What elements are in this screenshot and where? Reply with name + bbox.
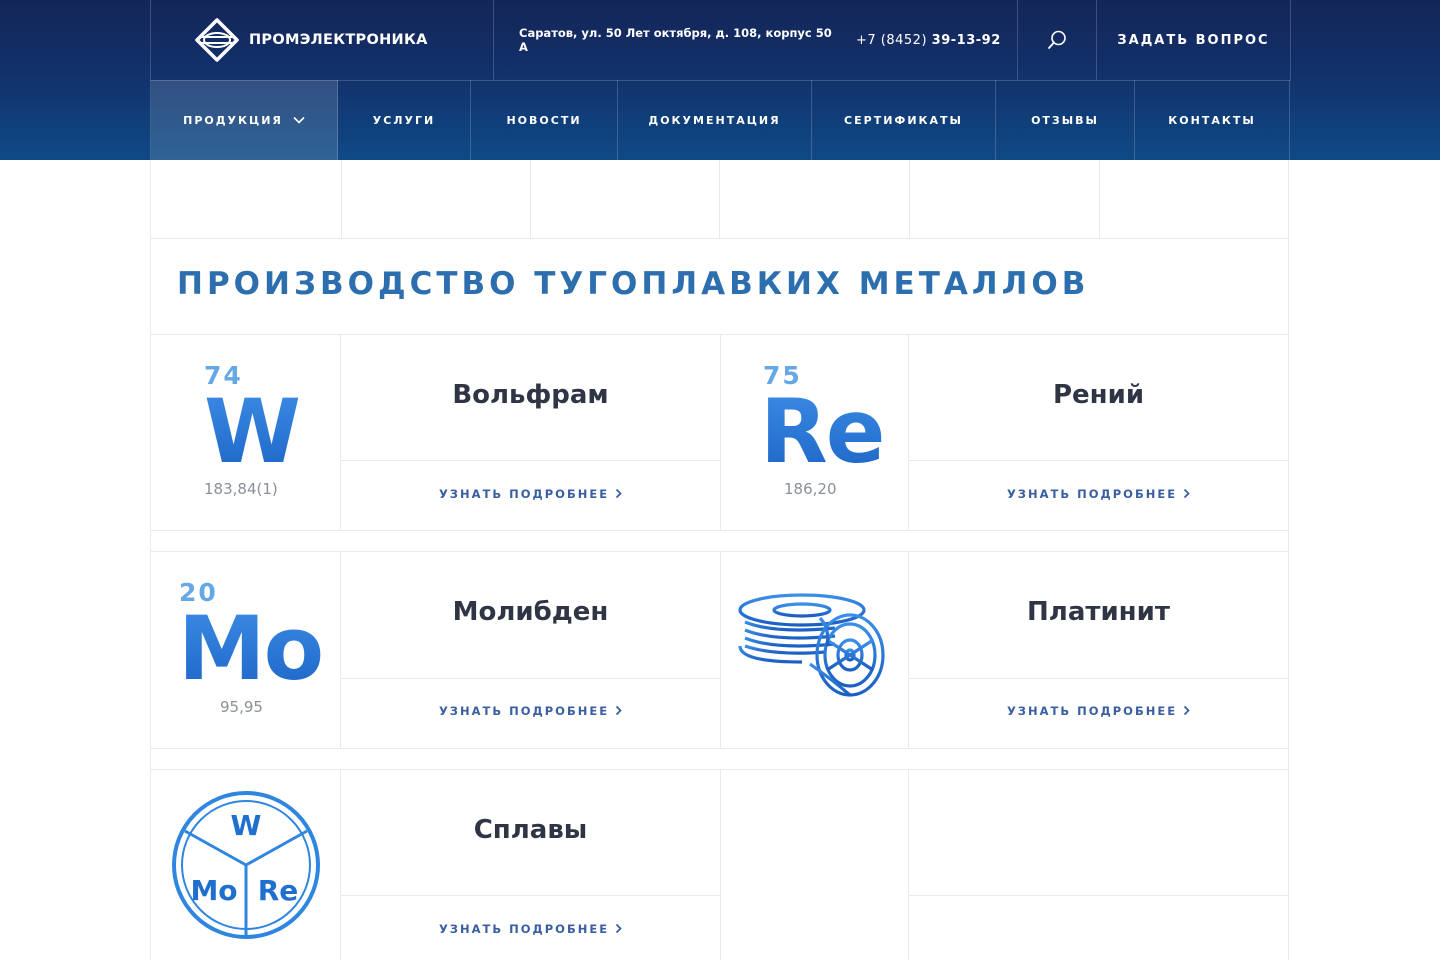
chevron-right-icon bbox=[615, 488, 622, 499]
header-address: Саратов, ул. 50 Лет октября, д. 108, кор… bbox=[519, 26, 832, 54]
nav-item-contacts[interactable]: КОНТАКТЫ bbox=[1135, 80, 1290, 160]
chevron-right-icon bbox=[615, 705, 622, 716]
alloy-label-w: W bbox=[231, 809, 262, 842]
learn-more-label: УЗНАТЬ ПОДРОБНЕЕ bbox=[438, 922, 610, 936]
nav-item-documentation[interactable]: ДОКУМЕНТАЦИЯ bbox=[618, 80, 812, 160]
chevron-right-icon bbox=[1183, 705, 1190, 716]
element-symbol: W bbox=[204, 380, 301, 483]
learn-more-label: УЗНАТЬ ПОДРОБНЕЕ bbox=[438, 704, 610, 718]
element-mass: 95,95 bbox=[220, 698, 263, 716]
product-name[interactable]: Вольфрам bbox=[341, 380, 720, 410]
product-name[interactable]: Рений bbox=[909, 380, 1288, 410]
logo-text: ПРОМЭЛЕКТРОНИКА bbox=[249, 32, 428, 48]
element-mass: 186,20 bbox=[784, 480, 837, 498]
learn-more-link[interactable]: УЗНАТЬ ПОДРОБНЕЕ bbox=[909, 704, 1288, 718]
wire-spool-icon[interactable] bbox=[735, 588, 887, 700]
site-header: ПРОМЭЛЕКТРОНИКА Саратов, ул. 50 Лет октя… bbox=[0, 0, 1440, 160]
learn-more-link[interactable]: УЗНАТЬ ПОДРОБНЕЕ bbox=[909, 487, 1288, 501]
logo-icon bbox=[195, 18, 239, 62]
ask-question-button[interactable]: ЗАДАТЬ ВОПРОС bbox=[1097, 0, 1290, 80]
learn-more-label: УЗНАТЬ ПОДРОБНЕЕ bbox=[1006, 487, 1178, 501]
element-symbol: Mo bbox=[178, 597, 324, 700]
page-title: ПРОИЗВОДСТВО ТУГОПЛАВКИХ МЕТАЛЛОВ bbox=[177, 266, 1090, 302]
nav-item-news[interactable]: НОВОСТИ bbox=[471, 80, 618, 160]
element-symbol: Re bbox=[760, 380, 885, 483]
alloy-circle-icon[interactable]: W Mo Re bbox=[169, 789, 323, 941]
search-icon bbox=[1048, 30, 1066, 49]
product-name[interactable]: Платинит bbox=[909, 597, 1288, 627]
chevron-right-icon bbox=[1183, 488, 1190, 499]
nav-item-label: ПРОДУКЦИЯ bbox=[183, 113, 283, 127]
learn-more-link[interactable]: УЗНАТЬ ПОДРОБНЕЕ bbox=[341, 487, 720, 501]
learn-more-link[interactable]: УЗНАТЬ ПОДРОБНЕЕ bbox=[341, 704, 720, 718]
main-nav: ПРОДУКЦИЯ УСЛУГИ НОВОСТИ ДОКУМЕНТАЦИЯ СЕ… bbox=[150, 80, 1290, 160]
learn-more-label: УЗНАТЬ ПОДРОБНЕЕ bbox=[1006, 704, 1178, 718]
product-name[interactable]: Молибден bbox=[341, 597, 720, 627]
header-phone[interactable]: +7 (8452) 39-13-92 bbox=[838, 0, 1018, 80]
nav-item-reviews[interactable]: ОТЗЫВЫ bbox=[996, 80, 1135, 160]
chevron-down-icon bbox=[293, 116, 305, 124]
search-button[interactable] bbox=[1018, 0, 1097, 80]
alloy-label-re: Re bbox=[258, 874, 299, 907]
learn-more-link[interactable]: УЗНАТЬ ПОДРОБНЕЕ bbox=[341, 922, 720, 936]
header-topbar: ПРОМЭЛЕКТРОНИКА Саратов, ул. 50 Лет октя… bbox=[150, 0, 1291, 81]
nav-item-certificates[interactable]: СЕРТИФИКАТЫ bbox=[812, 80, 996, 160]
logo[interactable]: ПРОМЭЛЕКТРОНИКА bbox=[151, 0, 494, 80]
nav-item-products[interactable]: ПРОДУКЦИЯ bbox=[151, 80, 338, 160]
nav-item-services[interactable]: УСЛУГИ bbox=[338, 80, 471, 160]
element-mass: 183,84(1) bbox=[204, 480, 278, 498]
learn-more-label: УЗНАТЬ ПОДРОБНЕЕ bbox=[438, 487, 610, 501]
phone-code: +7 (8452) bbox=[856, 32, 928, 48]
phone-number: 39-13-92 bbox=[931, 32, 1001, 48]
alloy-label-mo: Mo bbox=[190, 874, 237, 907]
chevron-right-icon bbox=[615, 923, 622, 934]
product-name[interactable]: Сплавы bbox=[341, 815, 720, 845]
